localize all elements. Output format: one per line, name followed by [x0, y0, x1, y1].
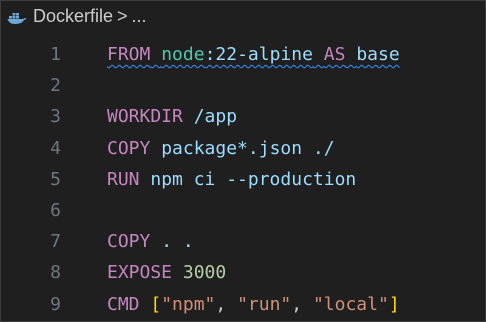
line-number: 6	[50, 199, 61, 221]
code-text[interactable]: WORKDIR /app	[107, 101, 237, 132]
code-token: COPY	[107, 137, 151, 159]
breadcrumb-file[interactable]: Dockerfile	[33, 6, 113, 27]
code-text[interactable]: COPY package*.json ./	[107, 133, 335, 164]
code-text[interactable]: CMD ["npm", "run", "local"]	[107, 289, 400, 320]
code-text[interactable]: FROM node:22-alpine AS base	[107, 39, 400, 70]
line-number: 8	[50, 262, 61, 284]
code-token: base	[356, 44, 400, 65]
breadcrumb-more[interactable]: ...	[132, 6, 147, 27]
code-token: [	[150, 293, 162, 315]
code-token: RUN	[107, 168, 140, 190]
code-line[interactable]: 6	[1, 195, 485, 226]
code-token: WORKDIR	[107, 106, 183, 128]
code-line[interactable]: 5 RUN npm ci --production	[1, 164, 485, 195]
code-lines[interactable]: 1 FROM node:22-alpine AS base 2 3 WORKDIR /a…	[1, 39, 485, 320]
code-line[interactable]: 8 EXPOSE 3000	[1, 257, 485, 288]
line-number: 7	[50, 231, 61, 253]
code-token: /app	[182, 106, 238, 128]
line-number: 1	[50, 44, 61, 65]
code-text[interactable]: RUN npm ci --production	[107, 164, 356, 195]
code-token: npm ci --production	[139, 168, 357, 190]
code-line[interactable]: 4 COPY package*.json ./	[1, 133, 485, 164]
line-number: 3	[50, 106, 61, 128]
code-editor[interactable]: Dockerfile > ... 1 FROM node:22-alpine AS…	[0, 0, 486, 322]
line-number: 9	[50, 293, 61, 315]
code-token: . .	[150, 231, 194, 253]
line-number: 4	[50, 137, 61, 159]
code-line[interactable]: 9 CMD ["npm", "run", "local"]	[1, 289, 485, 320]
code-token: ,	[215, 293, 238, 315]
code-line[interactable]: 3 WORKDIR /app	[1, 101, 485, 132]
code-token: "npm"	[161, 293, 216, 315]
code-token: CMD	[107, 293, 140, 315]
code-token: EXPOSE	[107, 262, 173, 284]
code-token: ]	[388, 293, 400, 315]
code-token: "run"	[237, 293, 292, 315]
line-number: 2	[50, 75, 61, 97]
code-line[interactable]: 7 COPY . .	[1, 226, 485, 257]
code-token: package*.json ./	[150, 137, 335, 159]
code-text[interactable]: EXPOSE 3000	[107, 257, 226, 288]
code-token: COPY	[107, 231, 151, 253]
code-line[interactable]: 1 FROM node:22-alpine AS base	[1, 39, 485, 70]
code-token: 3000	[182, 262, 227, 284]
code-token: "local"	[312, 293, 389, 315]
breadcrumb: Dockerfile > ...	[1, 1, 485, 31]
docker-whale-icon	[7, 9, 27, 24]
breadcrumb-separator: >	[117, 5, 128, 26]
line-number: 5	[50, 168, 61, 190]
code-text[interactable]: COPY . .	[107, 226, 194, 257]
code-token: ,	[291, 293, 313, 315]
code-line[interactable]: 2	[1, 70, 485, 101]
code-token: AS	[323, 44, 346, 65]
code-token: :22-alpine	[204, 44, 313, 65]
code-token: node	[161, 44, 205, 65]
code-token: FROM	[107, 44, 151, 65]
